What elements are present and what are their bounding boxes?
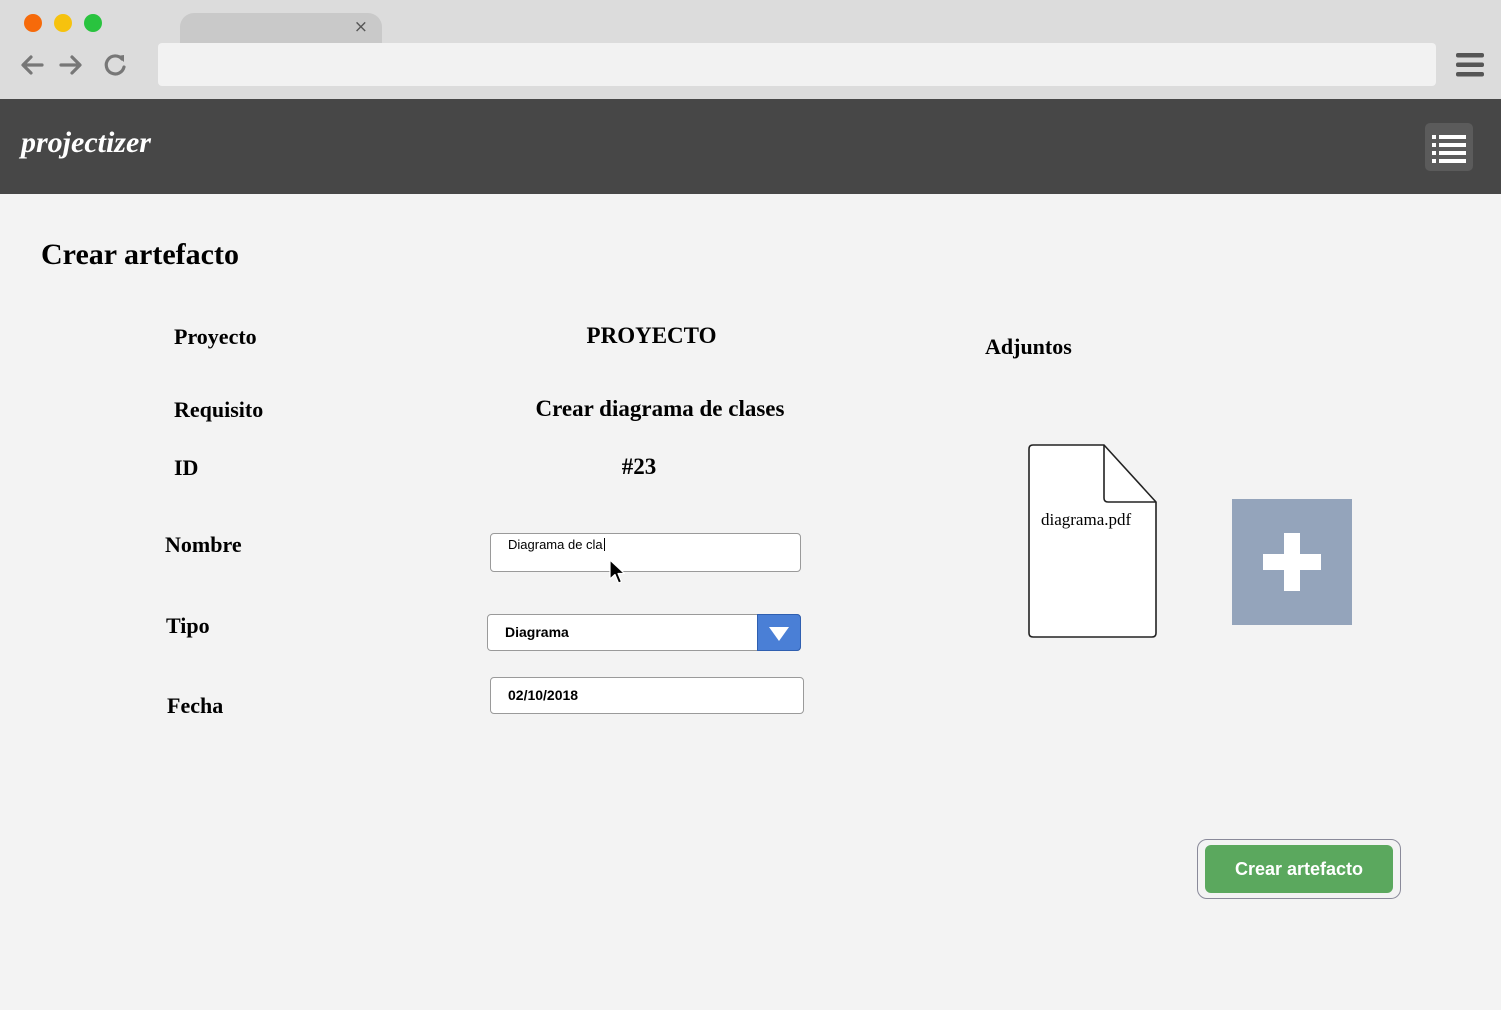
address-bar[interactable] [158, 43, 1436, 86]
mouse-cursor-icon [609, 559, 626, 584]
proyecto-label: Proyecto [174, 324, 257, 349]
chevron-down-icon [769, 627, 789, 641]
id-label: ID [174, 455, 199, 480]
reload-icon[interactable] [100, 50, 130, 80]
adjuntos-label: Adjuntos [985, 334, 1072, 359]
minimize-window-button[interactable] [54, 14, 72, 32]
main-menu-button[interactable] [1425, 123, 1473, 171]
tipo-select[interactable]: Diagrama [487, 614, 801, 651]
requisito-value: Crear diagrama de clases [535, 396, 785, 421]
fecha-label: Fecha [167, 693, 224, 718]
fecha-input[interactable]: 02/10/2018 [490, 677, 804, 714]
back-arrow-icon[interactable] [17, 50, 47, 80]
attachment-filename: diagrama.pdf [1041, 510, 1132, 529]
close-window-button[interactable] [24, 14, 42, 32]
fecha-input-value: 02/10/2018 [508, 687, 579, 703]
tipo-label: Tipo [166, 613, 210, 638]
app-logo[interactable]: projectizer [21, 126, 151, 160]
requisito-label: Requisito [174, 397, 264, 422]
browser-chrome: × [0, 0, 1501, 99]
tab-close-icon[interactable]: × [354, 17, 368, 37]
app-header: projectizer [0, 99, 1501, 194]
nombre-label: Nombre [165, 532, 242, 557]
page-title: Crear artefacto [41, 238, 239, 271]
hamburger-menu-icon[interactable] [1454, 50, 1486, 80]
nombre-input[interactable]: Diagrama de cla [490, 533, 801, 572]
list-icon [1432, 135, 1466, 163]
submit-button-frame: Crear artefacto [1197, 839, 1401, 899]
tipo-select-value: Diagrama [505, 624, 569, 640]
proyecto-value: PROYECTO [586, 323, 717, 348]
id-value: #23 [621, 454, 657, 479]
crear-artefacto-button[interactable]: Crear artefacto [1205, 845, 1393, 893]
maximize-window-button[interactable] [84, 14, 102, 32]
add-attachment-button[interactable] [1232, 499, 1352, 625]
dropdown-toggle[interactable] [757, 614, 801, 651]
document-icon[interactable] [1026, 443, 1158, 639]
nombre-input-value: Diagrama de cla [508, 537, 603, 552]
forward-arrow-icon[interactable] [56, 50, 86, 80]
text-caret [603, 538, 605, 551]
browser-tab[interactable]: × [180, 13, 382, 43]
plus-icon [1263, 533, 1321, 591]
